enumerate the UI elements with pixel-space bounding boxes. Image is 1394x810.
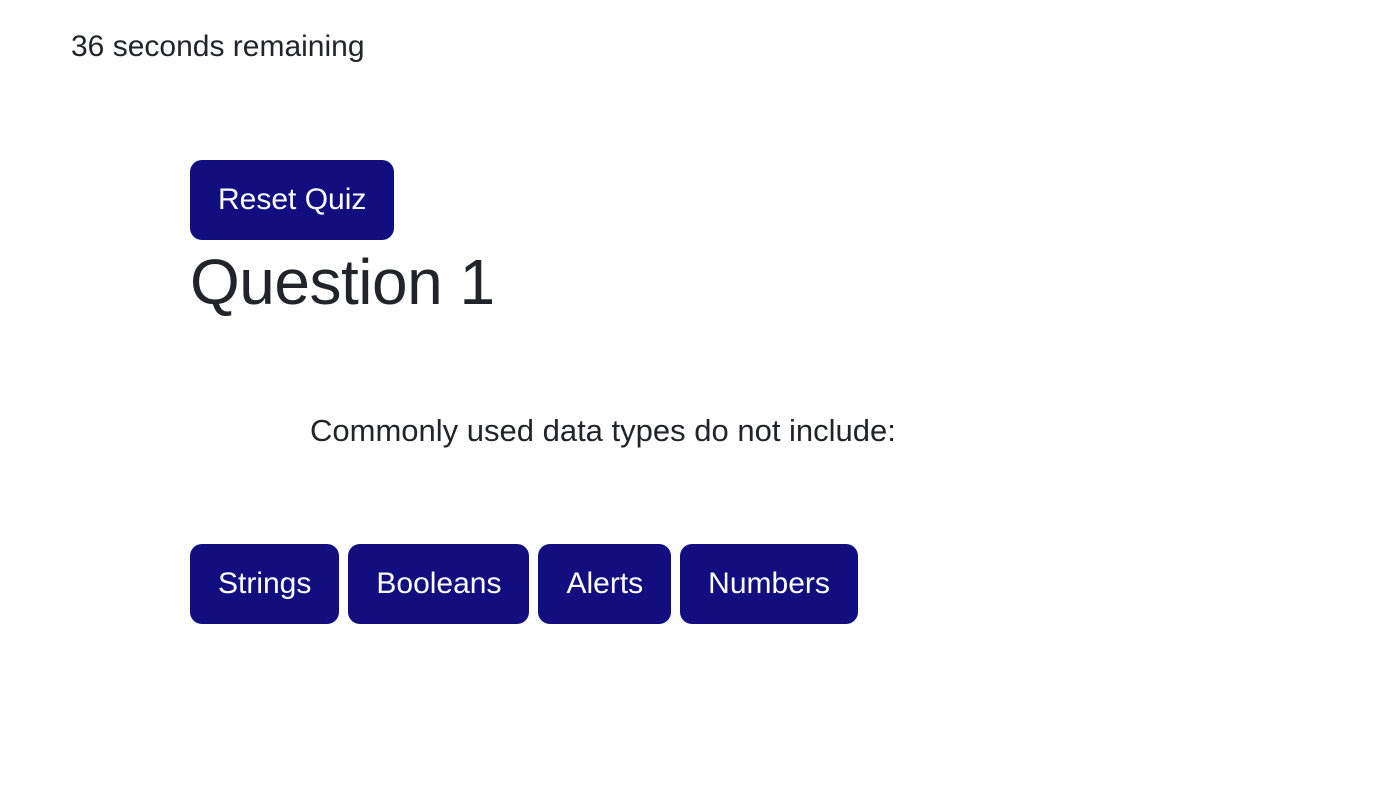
reset-quiz-button[interactable]: Reset Quiz [190,160,395,240]
timer-text: 36 seconds remaining [71,30,365,63]
question-title: Question 1 [190,246,495,318]
question-text: Commonly used data types do not include: [310,413,896,448]
answer-button-numbers[interactable]: Numbers [680,544,858,624]
answer-button-alerts[interactable]: Alerts [538,544,672,624]
answer-button-booleans[interactable]: Booleans [348,544,530,624]
answer-list: Strings Booleans Alerts Numbers [190,544,858,624]
answer-button-strings[interactable]: Strings [190,544,340,624]
